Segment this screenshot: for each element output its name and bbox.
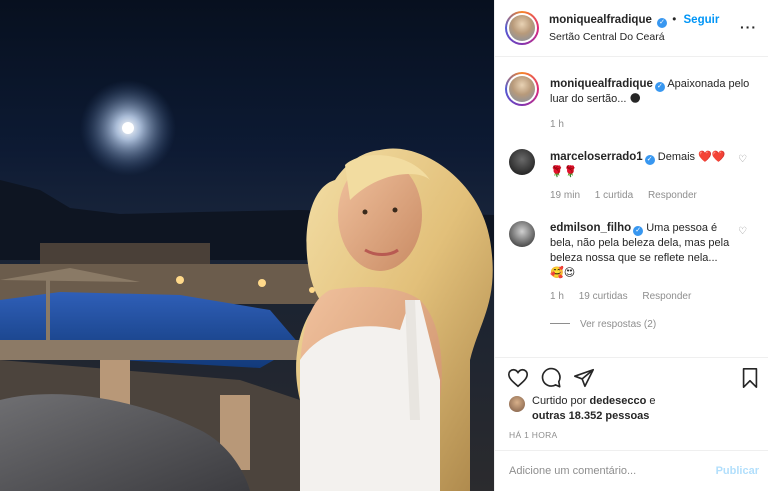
night-scene-illustration: [0, 80, 494, 491]
heart-icon[interactable]: [507, 367, 529, 389]
post-photo[interactable]: [0, 0, 494, 491]
comment-avatar[interactable]: [509, 149, 535, 175]
verified-badge-icon: ✓: [654, 82, 665, 92]
instagram-post-modal: moniquealfradique ✓ • Seguir Sertão Cent…: [0, 0, 768, 491]
comment-likes[interactable]: 1 curtida: [595, 190, 633, 201]
woman-figure: [296, 148, 493, 491]
liked-by-prefix: Curtido por: [532, 395, 587, 407]
author-username[interactable]: moniquealfradique: [549, 14, 652, 26]
post-sidebar: moniquealfradique ✓ • Seguir Sertão Cent…: [494, 0, 768, 491]
comment-username[interactable]: edmilson_filho: [550, 222, 631, 234]
action-bar: Curtido por dedesecco e outras 18.352 pe…: [495, 357, 768, 437]
publish-button[interactable]: Publicar: [716, 465, 759, 477]
caption-time[interactable]: 1 h: [550, 119, 564, 130]
author-avatar[interactable]: [505, 11, 539, 45]
verified-badge-icon: ✓: [657, 18, 668, 28]
post-header: moniquealfradique ✓ • Seguir Sertão Cent…: [495, 0, 768, 57]
liked-by-middle: e: [649, 395, 656, 407]
comment-reply-button[interactable]: Responder: [642, 291, 691, 302]
verified-badge-icon: ✓: [644, 155, 655, 165]
post-location[interactable]: Sertão Central Do Ceará: [549, 31, 665, 43]
caption-avatar[interactable]: [505, 72, 539, 106]
liker-avatar[interactable]: [509, 396, 525, 412]
more-horizontal-icon[interactable]: ···: [740, 19, 757, 35]
comment-like-heart-icon[interactable]: ♡: [738, 154, 747, 165]
caption-username[interactable]: moniquealfradique: [550, 78, 653, 90]
comment-item: edmilson_filho ✓ Uma pessoa é bela, não p…: [495, 218, 768, 338]
bookmark-icon[interactable]: [739, 367, 761, 389]
verified-badge-icon: ✓: [633, 226, 644, 236]
comment-icon[interactable]: [540, 367, 562, 389]
view-replies-button[interactable]: Ver respostas (2): [550, 319, 656, 330]
comment-username[interactable]: marceloserrado1: [550, 151, 643, 163]
comment-like-heart-icon[interactable]: ♡: [738, 226, 747, 237]
add-comment-bar: Adicione um comentário... Publicar: [495, 450, 768, 491]
comment-reply-button[interactable]: Responder: [648, 190, 697, 201]
comment-time[interactable]: 19 min: [550, 190, 580, 201]
comment-time[interactable]: 1 h: [550, 291, 564, 302]
liked-by-user[interactable]: dedesecco: [589, 395, 646, 407]
view-replies-label: Ver respostas (2): [580, 319, 657, 330]
comments-list[interactable]: moniquealfradique ✓ Apaixonada pelo luar …: [495, 58, 768, 356]
post-timestamp[interactable]: HÁ 1 HORA: [509, 430, 558, 440]
comment-likes[interactable]: 19 curtidas: [579, 291, 628, 302]
header-separator: •: [672, 14, 677, 26]
liked-by-others[interactable]: outras 18.352 pessoas: [532, 410, 649, 422]
share-icon[interactable]: [573, 367, 595, 389]
caption-item: moniquealfradique ✓ Apaixonada pelo luar …: [495, 72, 768, 132]
comment-input[interactable]: Adicione um comentário...: [509, 465, 636, 477]
follow-button[interactable]: Seguir: [684, 14, 720, 26]
comment-item: marceloserrado1 ✓ Demais ❤️❤️🌹🌹 ♡ 19 min …: [495, 146, 768, 206]
comment-avatar[interactable]: [509, 221, 535, 247]
